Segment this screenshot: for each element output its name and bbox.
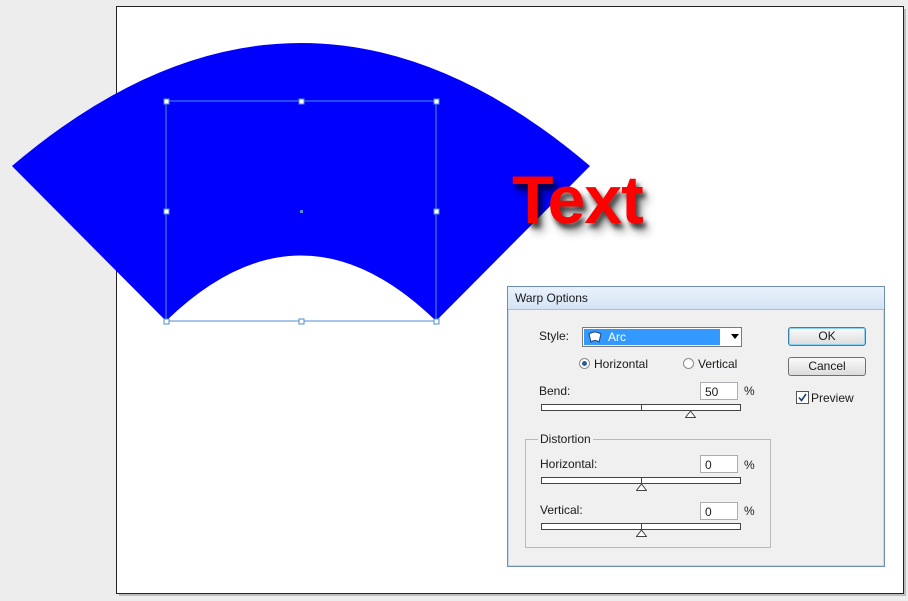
- horizontal-distortion-slider-thumb[interactable]: [635, 484, 647, 491]
- vertical-distortion-label: Vertical:: [540, 503, 583, 517]
- handle-bottom-right: [433, 318, 440, 325]
- bend-unit: %: [744, 384, 755, 398]
- style-selected-value: Arc: [584, 329, 720, 345]
- horizontal-distortion-input[interactable]: 0: [700, 455, 738, 473]
- handle-top-middle: [298, 98, 305, 105]
- vertical-radio[interactable]: [683, 358, 694, 369]
- warp-options-dialog: Warp Options Style: Arc Horizontal Verti…: [507, 286, 885, 567]
- dialog-title: Warp Options: [508, 287, 884, 310]
- vertical-slider-center-tick: [641, 524, 642, 529]
- preview-checkbox[interactable]: [796, 391, 809, 404]
- horizontal-slider-center-tick: [641, 478, 642, 483]
- handle-top-left: [163, 98, 170, 105]
- handle-bottom-middle: [298, 318, 305, 325]
- bend-slider-center-tick: [641, 405, 642, 410]
- horizontal-radio[interactable]: [579, 358, 590, 369]
- handle-middle-left: [163, 208, 170, 215]
- chevron-down-icon[interactable]: [731, 334, 739, 339]
- center-point: [300, 210, 303, 213]
- style-dropdown[interactable]: Arc: [582, 327, 742, 347]
- bend-slider-thumb[interactable]: [685, 411, 696, 418]
- handle-top-right: [433, 98, 440, 105]
- style-label: Style:: [539, 329, 570, 343]
- vertical-radio-label[interactable]: Vertical: [698, 357, 737, 371]
- style-value-text: Arc: [608, 330, 626, 344]
- vertical-distortion-slider-thumb[interactable]: [635, 530, 647, 537]
- horizontal-distortion-label: Horizontal:: [540, 457, 598, 471]
- handle-middle-right: [433, 208, 440, 215]
- vertical-distortion-input[interactable]: 0: [700, 502, 738, 520]
- bend-input[interactable]: 50: [700, 382, 738, 400]
- horizontal-distortion-unit: %: [744, 458, 755, 472]
- preview-label[interactable]: Preview: [811, 391, 854, 405]
- cancel-button[interactable]: Cancel: [788, 357, 866, 376]
- horizontal-radio-label[interactable]: Horizontal: [594, 357, 648, 371]
- checkmark-icon: [798, 393, 807, 402]
- vertical-distortion-slider-track[interactable]: [541, 523, 741, 537]
- ok-button[interactable]: OK: [788, 327, 866, 346]
- bend-label: Bend:: [539, 384, 571, 398]
- distortion-group: Distortion Horizontal: 0 % Vertical: 0 %: [525, 432, 771, 548]
- arc-flag-icon: [588, 331, 602, 343]
- horizontal-distortion-slider-track[interactable]: [541, 477, 741, 491]
- arc-warp-fill: [12, 43, 590, 321]
- bend-slider-track[interactable]: [541, 404, 741, 418]
- handle-bottom-left: [163, 318, 170, 325]
- vertical-distortion-unit: %: [744, 504, 755, 518]
- warped-text-object[interactable]: Text: [512, 166, 644, 234]
- distortion-legend: Distortion: [538, 432, 593, 446]
